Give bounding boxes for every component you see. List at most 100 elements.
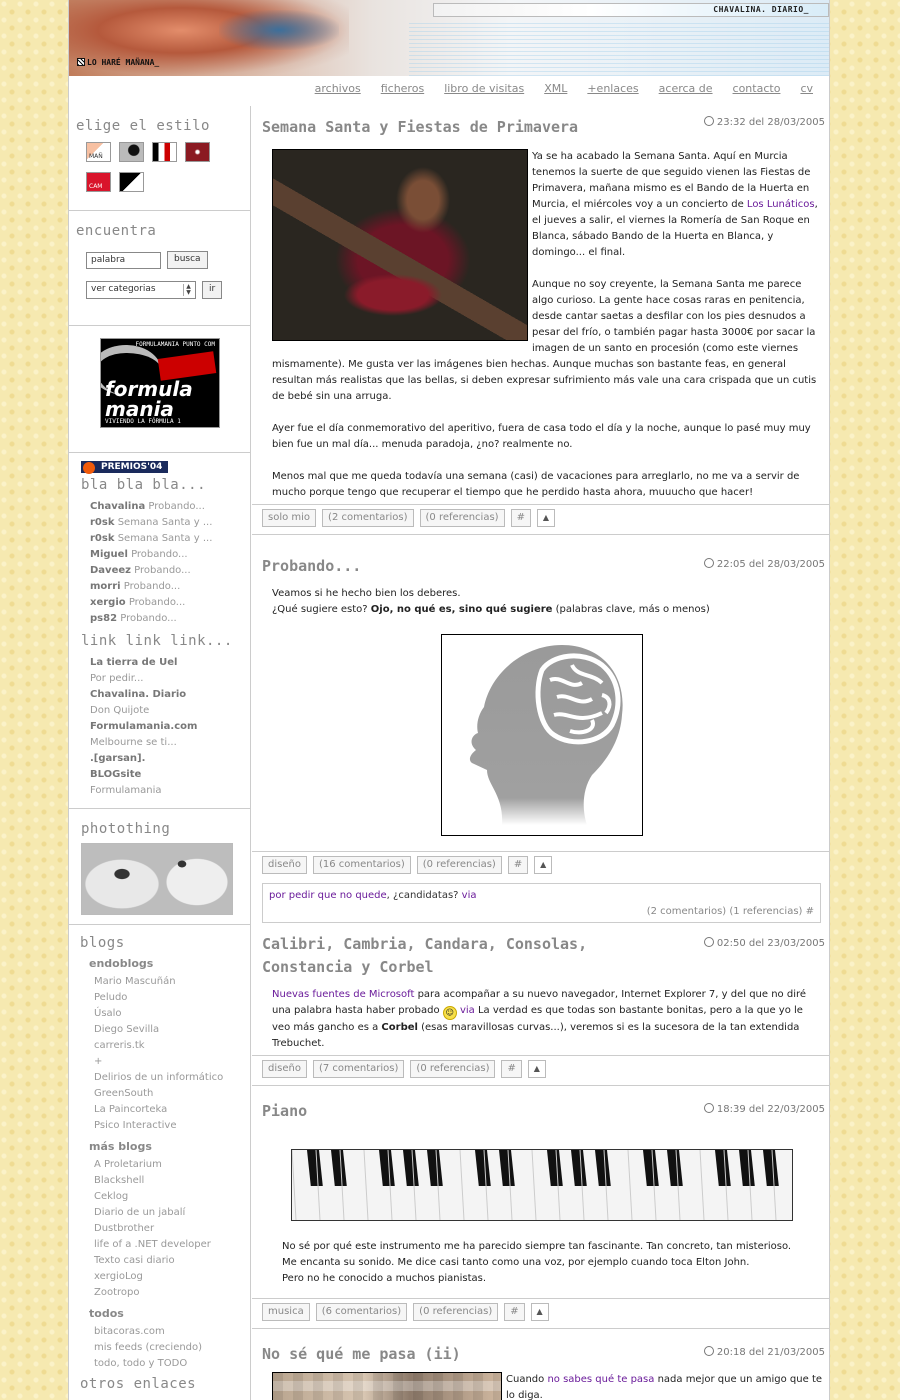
category-select[interactable]: ver categorias ▲ ▼: [86, 281, 196, 299]
blog-link[interactable]: Zootropo: [94, 1285, 250, 1301]
comments-link[interactable]: (2 comentarios): [322, 508, 414, 527]
post-date: 02:50 del 23/03/2005: [703, 937, 825, 949]
post-date: 23:32 del 28/03/2005: [703, 116, 825, 128]
comment-item[interactable]: morri Probando...: [90, 579, 250, 595]
aside-link[interactable]: por pedir que no quede: [269, 890, 387, 901]
post-meta: diseño (16 comentarios) (0 referencias) …: [252, 851, 829, 875]
post: 02:50 del 23/03/2005 Calibri, Cambria, C…: [252, 923, 829, 1052]
comments-link[interactable]: (7 comentarios): [312, 1059, 405, 1078]
comment-item[interactable]: Miguel Probando...: [90, 547, 250, 563]
permalink[interactable]: #: [510, 508, 531, 527]
style-swatch-1[interactable]: MAÑ: [86, 142, 111, 162]
post: 22:05 del 28/03/2005 Probando... Veamos …: [252, 535, 829, 851]
nav-cv[interactable]: cv: [800, 82, 813, 95]
post-image-piano: [290, 1149, 793, 1221]
comment-item[interactable]: r0sk Semana Santa y ...: [90, 531, 250, 547]
style-swatch-6[interactable]: [119, 172, 144, 192]
nav-acerca-de[interactable]: acerca de: [659, 82, 713, 95]
aside-note: por pedir que no quede, ¿candidatas? via…: [262, 883, 821, 923]
nav-libro-de-visitas[interactable]: libro de visitas: [444, 82, 524, 95]
photothing-title: photothing: [81, 821, 171, 837]
blog-link[interactable]: Ceklog: [94, 1189, 250, 1205]
category-tag[interactable]: diseño: [262, 1059, 307, 1078]
references-link[interactable]: (0 referencias): [419, 508, 505, 527]
category-tag[interactable]: musica: [262, 1302, 310, 1321]
search-input[interactable]: palabra: [86, 251, 161, 269]
comment-item[interactable]: ps82 Probando...: [90, 611, 250, 627]
references-link[interactable]: (0 referencias): [413, 1302, 499, 1321]
up-arrow-icon[interactable]: ▲: [530, 1302, 549, 1321]
blog-link[interactable]: Texto casi diario: [94, 1253, 250, 1269]
permalink[interactable]: #: [507, 855, 529, 874]
comment-item[interactable]: xergio Probando...: [90, 595, 250, 611]
aside-via-link[interactable]: via: [462, 890, 477, 901]
nav-enlaces[interactable]: +enlaces: [587, 82, 638, 95]
links-title: link link link...: [81, 633, 233, 649]
references-link[interactable]: (0 referencias): [416, 855, 502, 874]
formulamania-logo[interactable]: FORMULAMANIA PUNTO COM formula mania VIV…: [100, 338, 220, 428]
blog-link[interactable]: Diego Sevilla: [94, 1022, 250, 1038]
blog-link[interactable]: carreris.tk: [94, 1038, 250, 1054]
blog-link[interactable]: life of a .NET developer: [94, 1237, 250, 1253]
blog-link[interactable]: xergioLog: [94, 1269, 250, 1285]
blog-link[interactable]: mis feeds (creciendo): [94, 1340, 250, 1356]
clock-icon: [703, 937, 714, 947]
via-link[interactable]: via: [460, 1005, 475, 1016]
up-arrow-icon[interactable]: ▲: [536, 508, 555, 527]
nav-archivos[interactable]: archivos: [315, 82, 361, 95]
permalink[interactable]: #: [504, 1302, 525, 1321]
up-arrow-icon[interactable]: ▲: [534, 855, 553, 874]
link-item[interactable]: Chavalina. Diario Don Quijote: [90, 687, 196, 719]
link-item[interactable]: .[garsan]. BLOGsite Formulamania: [90, 751, 196, 799]
blog-link[interactable]: Dustbrother: [94, 1221, 250, 1237]
link-no-sabes[interactable]: no sabes qué te pasa: [547, 1374, 654, 1385]
blog-link[interactable]: Diario de un jabalí: [94, 1205, 250, 1221]
blog-link[interactable]: +: [94, 1054, 250, 1070]
blog-link[interactable]: Psico Interactive: [94, 1118, 250, 1134]
blog-link[interactable]: GreenSouth: [94, 1086, 250, 1102]
link-item[interactable]: La tierra de Uel Por pedir...: [90, 655, 196, 687]
blog-link[interactable]: bitacoras.com: [94, 1324, 250, 1340]
clock-icon: [703, 1103, 714, 1113]
blog-link[interactable]: La Paincorteka: [94, 1102, 250, 1118]
nav-contacto[interactable]: contacto: [733, 82, 781, 95]
comment-item[interactable]: Chavalina Probando...: [90, 499, 250, 515]
nav-ficheros[interactable]: ficheros: [381, 82, 424, 95]
premios-badge[interactable]: PREMIOS'04: [81, 461, 169, 474]
link-nuevas-fuentes[interactable]: Nuevas fuentes de Microsoft: [272, 989, 414, 1000]
comments-link[interactable]: (6 comentarios): [315, 1302, 408, 1321]
photothing-image[interactable]: [81, 843, 233, 915]
blog-list: A Proletarium Blackshell Ceklog Diario de u…: [88, 1157, 250, 1301]
blogs-title: blogs: [80, 935, 125, 951]
style-swatch-5[interactable]: CAM: [86, 172, 111, 192]
search-button[interactable]: busca: [167, 251, 208, 269]
nav-xml[interactable]: XML: [544, 82, 567, 95]
blog-link[interactable]: todo, todo y TODO: [94, 1356, 250, 1372]
references-link[interactable]: (0 referencias): [410, 1059, 496, 1078]
blog-link[interactable]: Delirios de un informático: [94, 1070, 250, 1086]
aside-meta[interactable]: (2 comentarios) (1 referencias) #: [269, 904, 814, 920]
category-tag[interactable]: diseño: [262, 855, 307, 874]
comment-item[interactable]: r0sk Semana Santa y ...: [90, 515, 250, 531]
blog-link[interactable]: Blackshell: [94, 1173, 250, 1189]
blog-link[interactable]: A Proletarium: [94, 1157, 250, 1173]
blog-link[interactable]: Peludo: [94, 990, 250, 1006]
comments-link[interactable]: (16 comentarios): [312, 855, 411, 874]
comment-item[interactable]: Daveez Probando...: [90, 563, 250, 579]
post-title[interactable]: Calibri, Cambria, Candara, Consolas, Con…: [262, 933, 682, 979]
permalink[interactable]: #: [501, 1059, 522, 1078]
style-swatch-3[interactable]: [152, 142, 177, 162]
link-item[interactable]: Formulamania.com Melbourne se ti...: [90, 719, 197, 751]
link-los-lunaticos[interactable]: Los Lunáticos: [747, 199, 815, 210]
blog-link[interactable]: Úsalo: [94, 1006, 250, 1022]
recent-comments: Chavalina Probando... r0sk Semana Santa y…: [76, 493, 250, 627]
category-tag[interactable]: solo mio: [262, 508, 317, 527]
style-swatch-4[interactable]: [185, 142, 210, 162]
up-arrow-icon[interactable]: ▲: [527, 1059, 546, 1078]
blog-link[interactable]: Mario Mascuñán: [94, 974, 250, 990]
post-body: Veamos si he hecho bien los deberes. ¿Qu…: [272, 588, 710, 615]
site-name[interactable]: CHAVALINA. DIARIO_: [713, 5, 809, 14]
post-date: 18:39 del 22/03/2005: [703, 1103, 825, 1115]
style-swatch-2[interactable]: [119, 142, 144, 162]
go-button[interactable]: ir: [202, 281, 223, 299]
